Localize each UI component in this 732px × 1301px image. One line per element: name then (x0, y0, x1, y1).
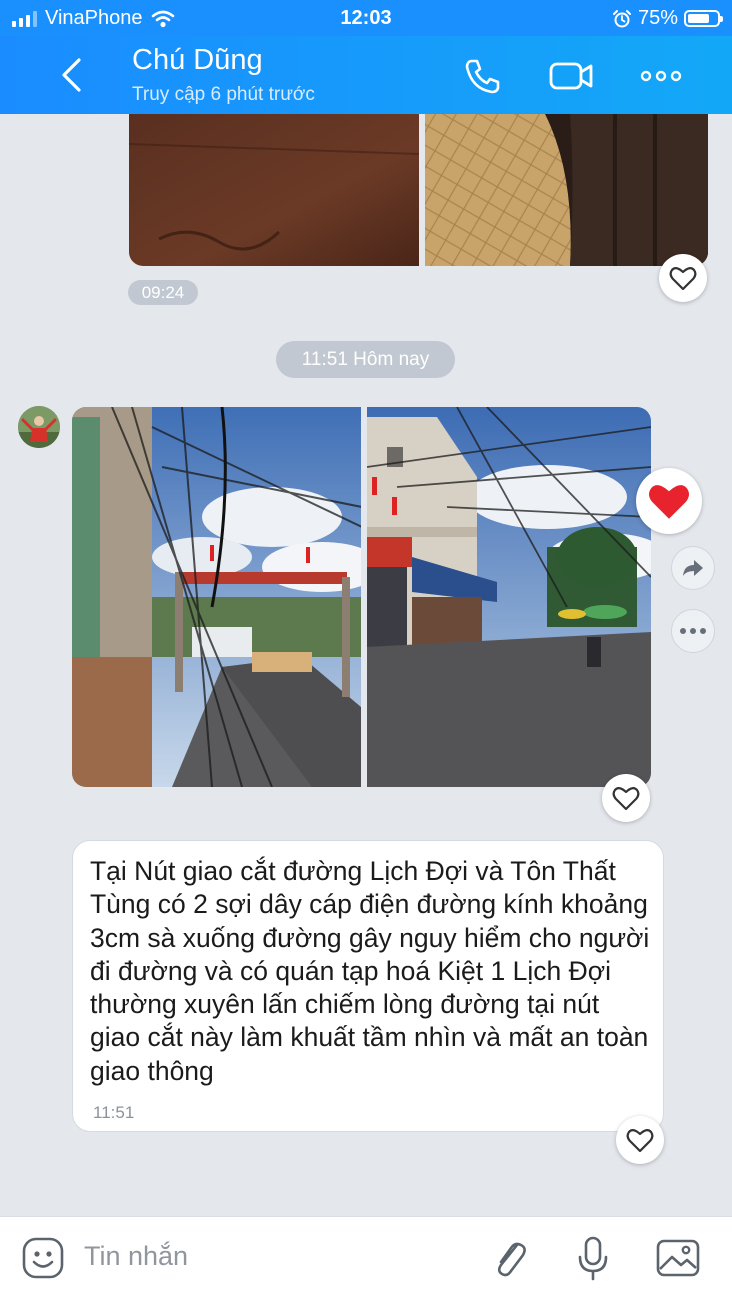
earlier-photo-right[interactable] (425, 114, 708, 266)
avatar[interactable] (18, 406, 60, 448)
message-time: 11:51 (93, 1103, 135, 1122)
heart-outline-icon (669, 267, 697, 291)
alarm-icon (612, 9, 631, 27)
react-heart-button-active[interactable] (636, 468, 702, 534)
battery-icon (684, 10, 723, 27)
street-photo-right[interactable] (367, 407, 651, 787)
more-horizontal-icon (680, 628, 706, 634)
last-seen: Truy cập 6 phút trước (132, 84, 315, 105)
image-gallery-icon[interactable] (655, 1235, 701, 1281)
attachment-icon[interactable] (487, 1235, 533, 1281)
earlier-time-pill: 09:24 (128, 280, 198, 305)
earlier-photo-left[interactable] (129, 114, 419, 266)
microphone-icon[interactable] (570, 1235, 616, 1281)
status-right: 75% (612, 7, 723, 30)
street-photo-left[interactable] (72, 407, 361, 787)
message-composer: Tin nhắn (0, 1216, 732, 1301)
message-options-button[interactable] (671, 609, 715, 653)
heart-outline-icon (612, 787, 640, 811)
message-input[interactable]: Tin nhắn (84, 1241, 188, 1272)
heart-filled-icon (648, 485, 690, 519)
status-bar: VinaPhone 12:03 75% (0, 0, 732, 36)
battery-percent: 75% (637, 7, 678, 29)
react-heart-button[interactable] (602, 774, 650, 822)
chat-header: Chú Dũng Truy cập 6 phút trước (0, 36, 732, 114)
react-heart-button[interactable] (659, 254, 707, 302)
forward-icon (683, 560, 703, 576)
forward-button[interactable] (671, 546, 715, 590)
contact-name[interactable]: Chú Dũng (132, 44, 263, 77)
message-list[interactable]: 09:24 11:51 Hôm nay Tại Nút giao cắt đườ… (0, 114, 732, 1216)
sticker-icon[interactable] (20, 1235, 66, 1281)
date-separator: 11:51 Hôm nay (276, 341, 455, 378)
video-call-icon[interactable] (548, 56, 594, 96)
react-heart-button[interactable] (616, 1116, 664, 1164)
back-icon[interactable] (52, 54, 92, 96)
phone-call-icon[interactable] (462, 56, 502, 96)
message-text: Tại Nút giao cắt đường Lịch Đợi và Tôn T… (90, 856, 650, 1086)
heart-outline-icon (626, 1129, 654, 1153)
more-options-icon[interactable] (638, 56, 684, 96)
text-message-bubble[interactable]: Tại Nút giao cắt đường Lịch Đợi và Tôn T… (72, 840, 664, 1132)
